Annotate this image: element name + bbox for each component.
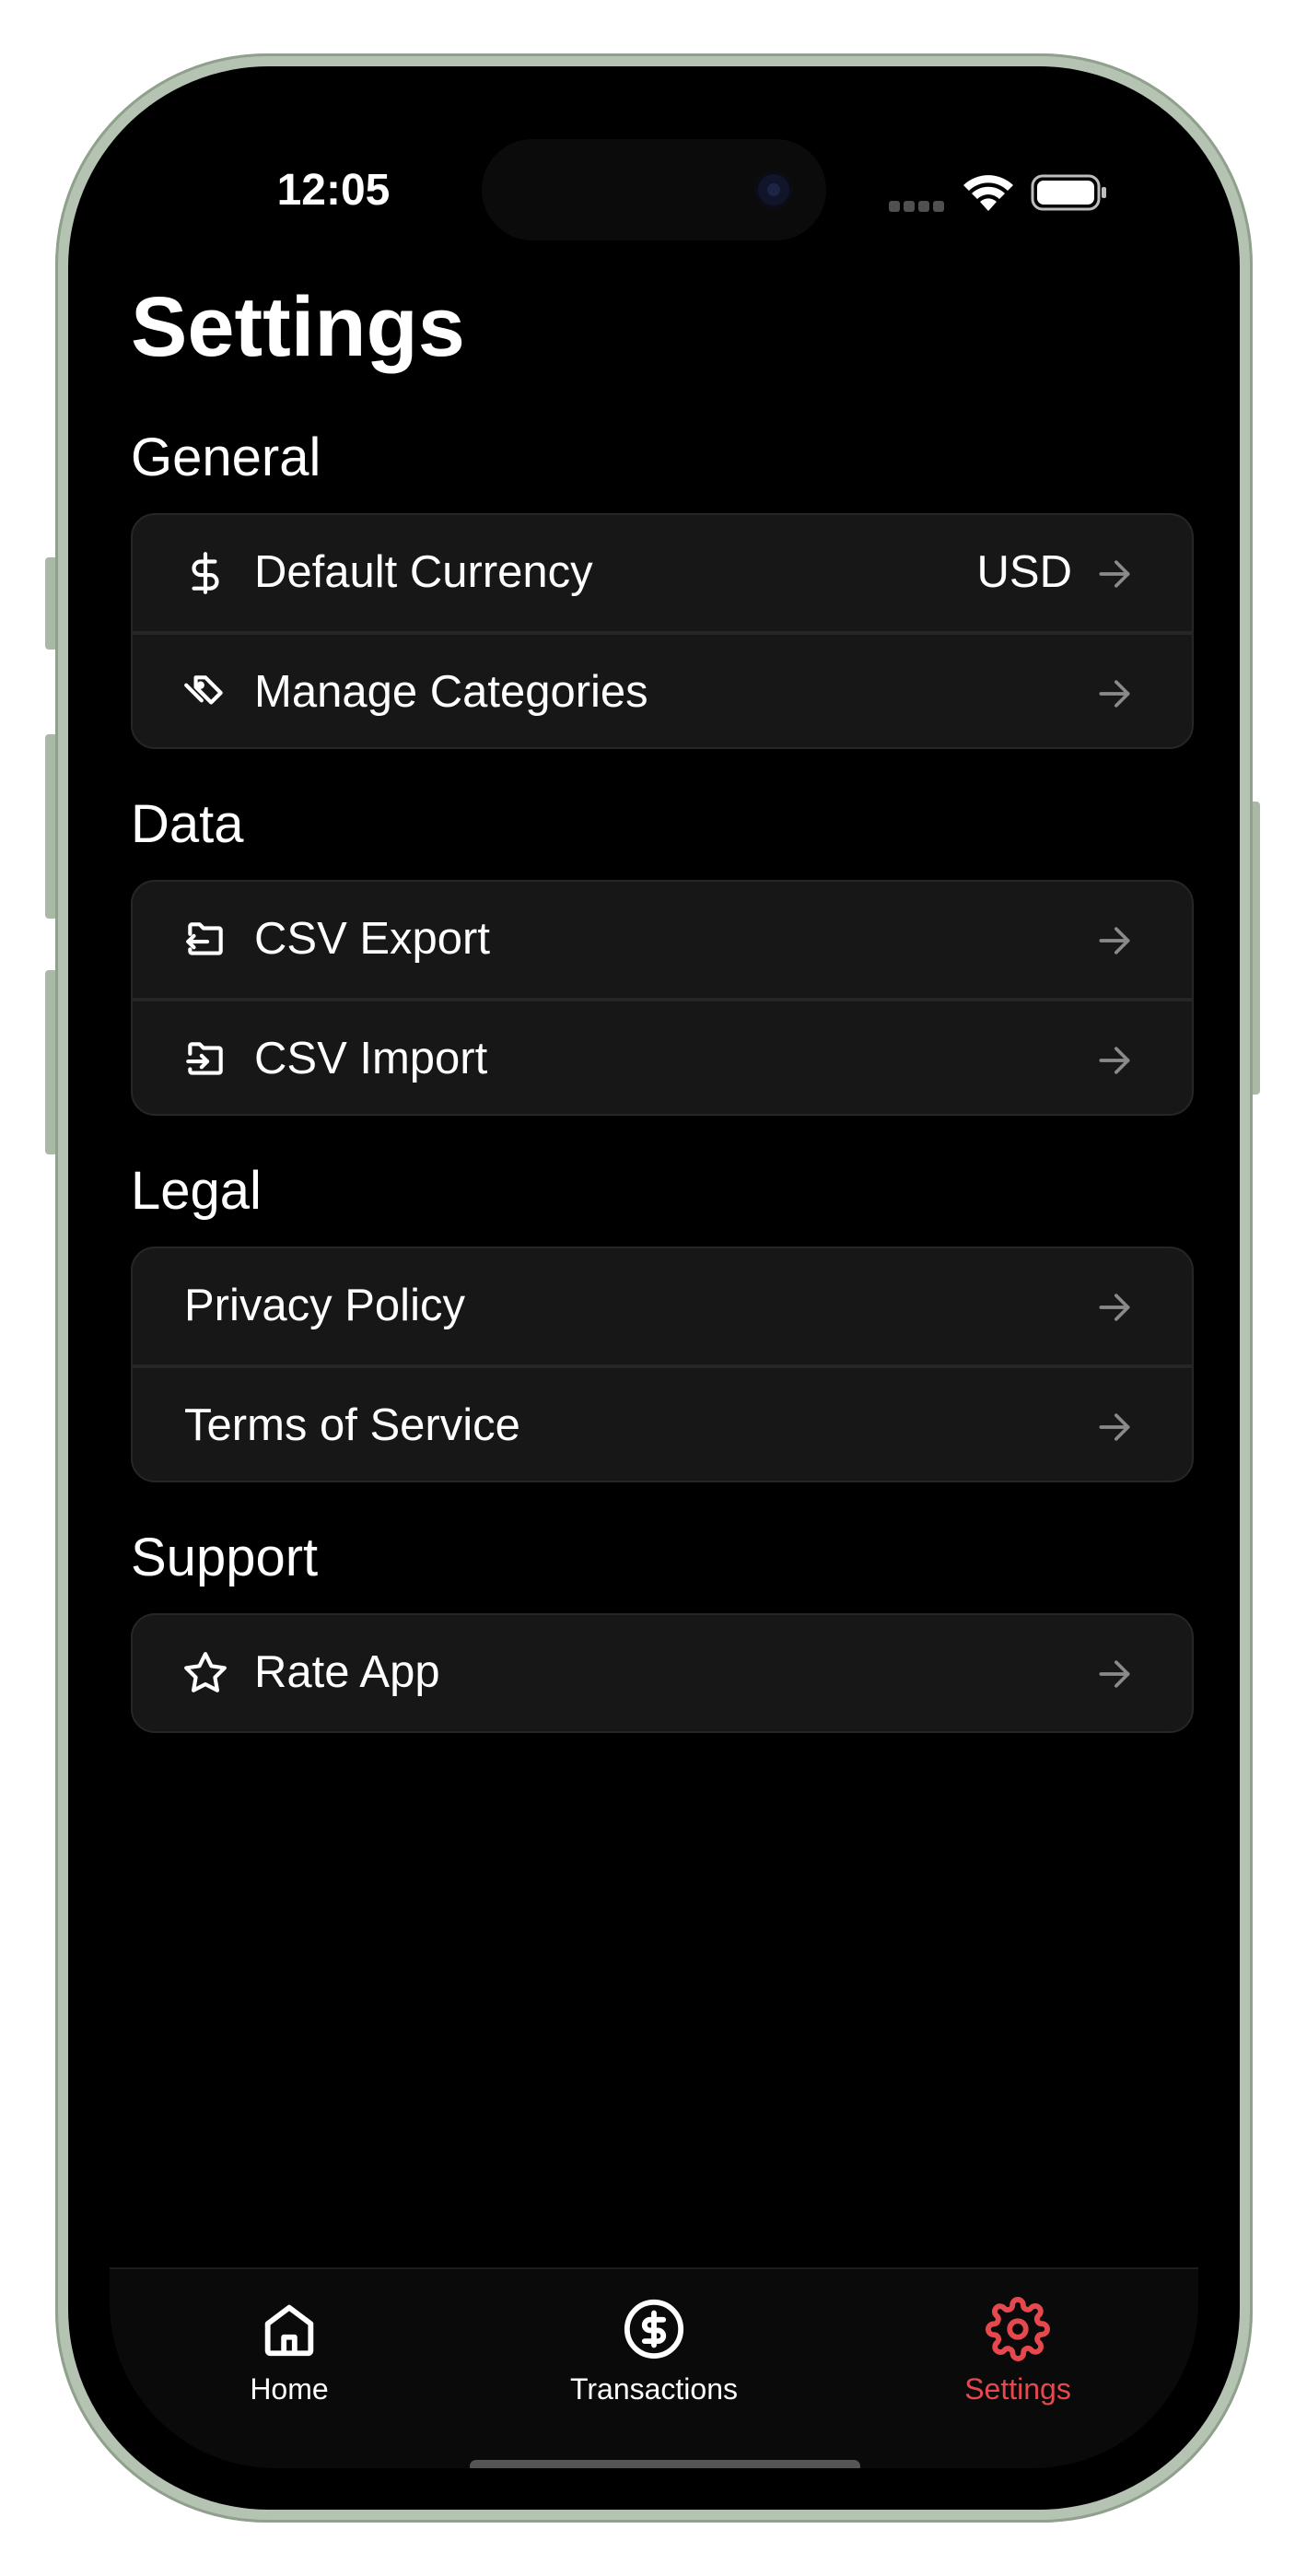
arrow-right-icon (1099, 560, 1130, 588)
home-icon (264, 2304, 314, 2357)
tab-settings-label: Settings (964, 2372, 1071, 2406)
dollar-icon (192, 552, 219, 594)
star-icon (184, 1652, 227, 1692)
tag-icon (184, 675, 223, 705)
page-title: Settings (131, 280, 465, 374)
csv-import-row[interactable]: CSV Import (133, 998, 1192, 1114)
csv-import-label: CSV Import (254, 1034, 488, 1083)
currency-value: USD (976, 547, 1072, 597)
manage-categories-label: Manage Categories (254, 667, 648, 717)
default-currency-label: Default Currency (254, 547, 593, 597)
rate-app-row[interactable]: Rate App (133, 1615, 1192, 1731)
status-time: 12:05 (276, 166, 391, 215)
home-indicator[interactable] (470, 2460, 860, 2468)
section-title-support: Support (131, 1528, 319, 1587)
section-title-legal: Legal (131, 1161, 262, 1221)
tab-home-label: Home (250, 2372, 329, 2406)
gear-icon (986, 2297, 1050, 2361)
arrow-right-icon (1099, 1413, 1130, 1441)
folder-export-icon (186, 922, 223, 955)
terms-of-service-row[interactable]: Terms of Service (133, 1364, 1192, 1481)
battery-icon (1031, 174, 1106, 211)
tab-transactions-label: Transactions (570, 2372, 738, 2406)
rate-app-label: Rate App (254, 1647, 440, 1697)
tab-home[interactable]: Home (151, 2269, 427, 2453)
arrow-right-icon (1099, 680, 1130, 708)
arrow-right-icon (1099, 1047, 1130, 1074)
privacy-policy-row[interactable]: Privacy Policy (133, 1248, 1192, 1364)
tab-transactions[interactable]: Transactions (516, 2269, 792, 2453)
terms-of-service-label: Terms of Service (184, 1400, 520, 1450)
tab-settings[interactable]: Settings (880, 2269, 1156, 2453)
camera-icon (758, 174, 789, 205)
general-card: Default Currency USD Manage Categories (131, 513, 1194, 749)
screen: 12:05 Settings General Default Currency … (110, 108, 1198, 2468)
arrow-right-icon (1099, 927, 1130, 954)
cellular-signal-icon (889, 201, 946, 212)
default-currency-row[interactable]: Default Currency USD (133, 515, 1192, 631)
wifi-icon (963, 175, 1013, 211)
csv-export-row[interactable]: CSV Export (133, 882, 1192, 998)
data-card: CSV Export CSV Import (131, 880, 1194, 1116)
dollar-circle-icon (624, 2299, 684, 2359)
section-title-general: General (131, 427, 321, 487)
arrow-right-icon (1099, 1660, 1130, 1688)
legal-card: Privacy Policy Terms of Service (131, 1247, 1194, 1482)
folder-import-icon (186, 1042, 223, 1075)
manage-categories-row[interactable]: Manage Categories (133, 631, 1192, 747)
dynamic-island (482, 139, 826, 240)
arrow-right-icon (1099, 1294, 1130, 1321)
tab-bar: Home Transactions Settings (110, 2267, 1198, 2468)
csv-export-label: CSV Export (254, 914, 490, 964)
section-title-data: Data (131, 794, 244, 854)
support-card: Rate App (131, 1613, 1194, 1733)
privacy-policy-label: Privacy Policy (184, 1281, 465, 1330)
